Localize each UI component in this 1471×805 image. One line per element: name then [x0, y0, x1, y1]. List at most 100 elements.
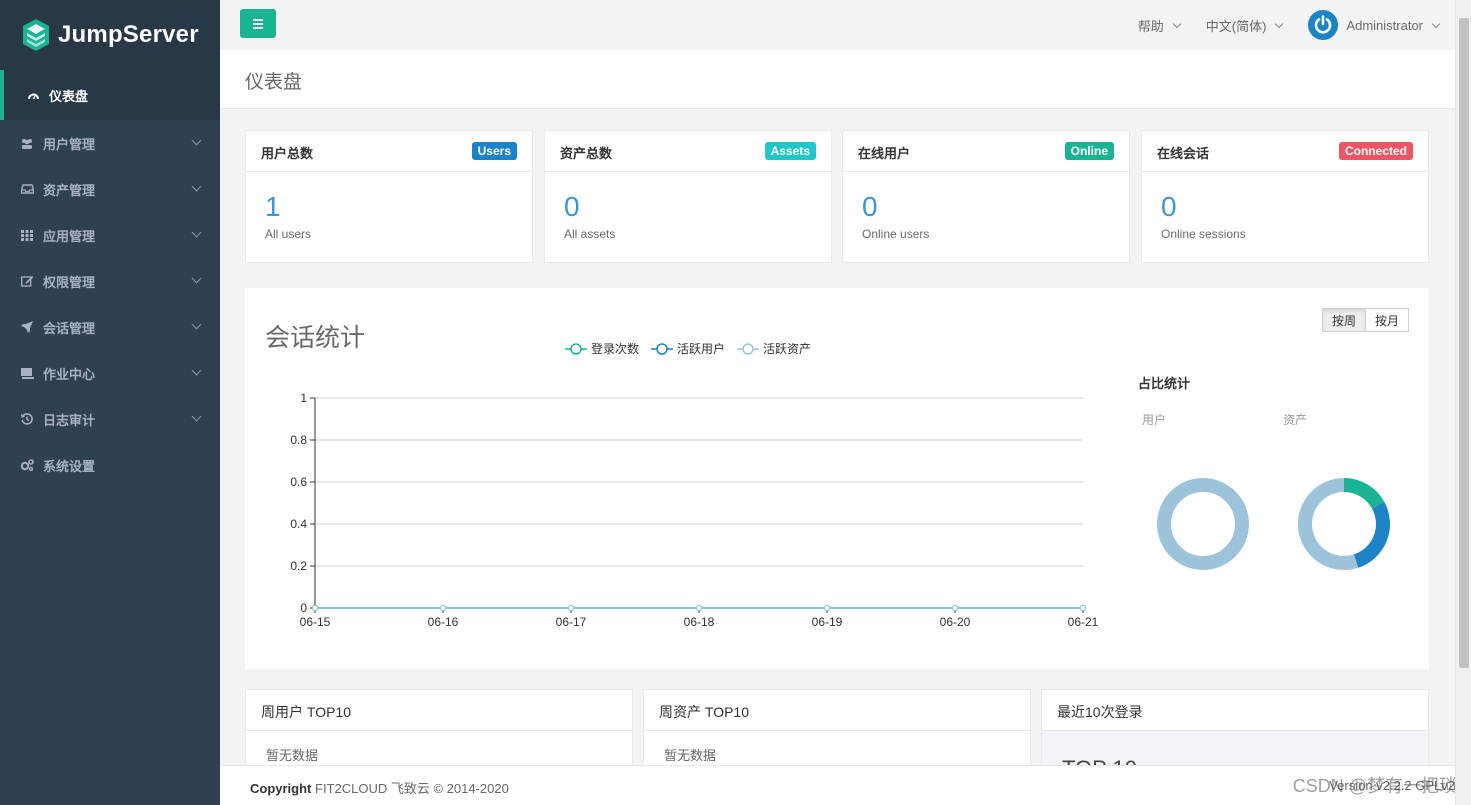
- users-donut-chart: [1157, 478, 1249, 570]
- legend-marker-icon: [565, 342, 587, 355]
- data-point: [440, 605, 446, 611]
- x-tick-label: 06-18: [684, 615, 715, 629]
- donut-slice: [1343, 478, 1385, 509]
- sidebar-item-permissions[interactable]: 权限管理: [0, 258, 220, 304]
- sidebar-item-applications[interactable]: 应用管理: [0, 212, 220, 258]
- empty-text: 暂无数据: [266, 748, 319, 763]
- scrollbar[interactable]: [1455, 0, 1471, 805]
- chart-title: 会话统计: [265, 324, 366, 352]
- users-icon: [20, 136, 34, 150]
- sidebar-item-label: 用户管理: [43, 136, 96, 152]
- x-tick-label: 06-20: [940, 615, 971, 629]
- ratio-label-users: 用户: [1142, 413, 1167, 427]
- data-point: [952, 605, 958, 611]
- status-badge: Assets: [764, 142, 816, 160]
- brand-name: JumpServer: [58, 21, 199, 48]
- chevron-down-icon: [191, 319, 202, 330]
- data-point: [696, 605, 702, 611]
- toggle-month-button[interactable]: 按月: [1365, 308, 1409, 332]
- legend-marker-icon: [651, 342, 674, 355]
- stat-value[interactable]: 1: [265, 191, 281, 223]
- sidebar-item-jobs[interactable]: 作业中心: [0, 350, 220, 396]
- sidebar-item-label: 日志审计: [43, 412, 96, 428]
- stat-subtitle: Online sessions: [1161, 227, 1246, 241]
- toggle-week-button[interactable]: 按周: [1321, 308, 1366, 332]
- grid-icon: [20, 228, 34, 242]
- stat-subtitle: All assets: [564, 227, 616, 241]
- sidebar-item-label: 应用管理: [43, 228, 96, 244]
- session-line-chart: 0 0.2 0.4 0.6 0.8 1 06-15 06-16 06-17 06-18 06-19 0…: [290, 391, 1099, 629]
- stat-value[interactable]: 0: [564, 191, 580, 223]
- watermark: CSDN @梦有一把琐: [1292, 776, 1457, 796]
- sidebar-item-settings[interactable]: 系统设置: [0, 442, 220, 488]
- history-icon: [20, 412, 34, 426]
- sidebar-item-label: 仪表盘: [49, 88, 89, 104]
- chevron-down-icon: [191, 273, 202, 284]
- stat-card-online-sessions: 在线会话 Connected 0 Online sessions: [1141, 130, 1429, 263]
- help-dropdown[interactable]: 帮助: [1137, 16, 1181, 35]
- card-title: 周资产 TOP10: [659, 704, 749, 720]
- card-title: 资产总数: [560, 146, 613, 161]
- sidebar-nav: 仪表盘 用户管理 资产管理 应用管理 权限管理 会话管理 作业中心 日志审计 系…: [0, 70, 220, 488]
- legend-item-active-users[interactable]: 活跃用户: [651, 340, 725, 357]
- sidebar-item-label: 系统设置: [43, 458, 96, 474]
- x-tick-label: 06-19: [812, 615, 843, 629]
- donut-slice: [1157, 478, 1249, 570]
- sidebar-item-audits[interactable]: 日志审计: [0, 396, 220, 442]
- footer-copyright: Copyright FIT2CLOUD 飞致云 © 2014-2020: [250, 778, 509, 797]
- legend-item-logins[interactable]: 登录次数: [565, 340, 639, 357]
- topbar-right: 帮助 中文(简体) Administrator: [1112, 0, 1441, 50]
- stat-card-assets: 资产总数 Assets 0 All assets: [544, 130, 832, 263]
- card-header: 用户总数 Users: [246, 131, 532, 172]
- stat-subtitle: All users: [265, 227, 312, 241]
- hamburger-icon: [253, 26, 263, 29]
- topbar: 帮助 中文(简体) Administrator: [220, 0, 1455, 50]
- terminal-icon: [20, 366, 34, 380]
- chevron-down-icon: [1275, 19, 1284, 28]
- sidebar-item-label: 会话管理: [43, 320, 96, 336]
- legend-item-active-assets[interactable]: 活跃资产: [737, 340, 811, 357]
- brand[interactable]: JumpServer: [0, 0, 220, 70]
- stat-value[interactable]: 0: [862, 191, 878, 223]
- y-tick-label: 0.6: [290, 475, 307, 489]
- sidebar-item-dashboard[interactable]: 仪表盘: [0, 70, 220, 120]
- hamburger-icon: [253, 18, 263, 21]
- y-tick-label: 0.8: [290, 433, 307, 447]
- x-tick-label: 06-17: [556, 615, 587, 629]
- donut-slice: [1353, 501, 1390, 568]
- sidebar-item-label: 权限管理: [43, 274, 96, 290]
- scrollbar-thumb[interactable]: [1459, 18, 1469, 668]
- assets-donut-chart: [1298, 478, 1390, 570]
- sidebar-toggle-button[interactable]: [240, 9, 276, 38]
- legend-label: 活跃用户: [677, 342, 726, 356]
- footer: Copyright FIT2CLOUD 飞致云 © 2014-2020 Vers…: [220, 765, 1455, 805]
- data-point: [1080, 605, 1086, 611]
- sidebar-item-assets[interactable]: 资产管理: [0, 166, 220, 212]
- sidebar-item-users[interactable]: 用户管理: [0, 120, 220, 166]
- chevron-down-icon: [191, 135, 202, 146]
- chevron-down-icon: [191, 411, 202, 422]
- card-header: 资产总数 Assets: [545, 131, 831, 172]
- sidebar-item-sessions[interactable]: 会话管理: [0, 304, 220, 350]
- legend-marker-icon: [737, 342, 760, 355]
- card-header: 在线会话 Connected: [1142, 131, 1428, 172]
- sidebar: JumpServer 仪表盘 用户管理 资产管理 应用管理 权限管理 会话管理 …: [0, 0, 220, 805]
- user-dropdown[interactable]: Administrator: [1308, 10, 1441, 40]
- page-title: 仪表盘: [245, 72, 303, 93]
- help-label: 帮助: [1137, 18, 1164, 34]
- donut-slice: [1298, 478, 1359, 570]
- data-point: [312, 605, 318, 611]
- language-label: 中文(简体): [1205, 18, 1267, 34]
- language-dropdown[interactable]: 中文(简体): [1205, 16, 1284, 35]
- card-header: 周用户 TOP10: [246, 690, 632, 731]
- card-header: 在线用户 Online: [843, 131, 1129, 172]
- legend-label: 登录次数: [591, 342, 640, 356]
- card-title: 最近10次登录: [1057, 704, 1143, 720]
- session-stats-card: 会话统计 按周 按月 登录次数 活跃用户 活跃资产 0 0.2 0.4 0.6 0.8 1…: [245, 288, 1429, 669]
- card-header: 最近10次登录: [1042, 690, 1428, 731]
- card-title: 用户总数: [261, 146, 314, 161]
- x-tick-label: 06-21: [1068, 615, 1099, 629]
- sidebar-item-label: 作业中心: [43, 366, 96, 382]
- chevron-down-icon: [1431, 19, 1441, 28]
- stat-value[interactable]: 0: [1161, 191, 1177, 223]
